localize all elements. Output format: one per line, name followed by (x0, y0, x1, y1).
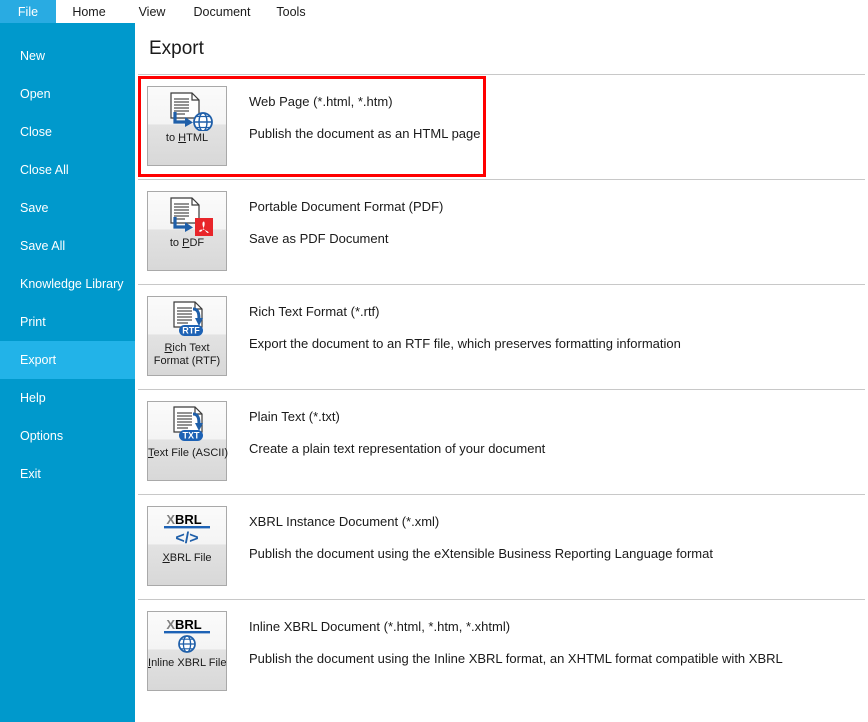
sidebar-item-close-all[interactable]: Close All (0, 151, 135, 189)
sidebar-item-label: Open (20, 87, 51, 101)
export-content-pane: Export to HTML Web Page (*.html, *.htm) … (135, 23, 868, 722)
export-option-inline-xbrl[interactable]: X BRL Inline XBRL File Inline XBRL Docum… (135, 600, 868, 704)
txt-option-description: Create a plain text representation of yo… (249, 441, 546, 456)
sidebar-item-label: Save (20, 201, 49, 215)
document-rtf-icon: RTF (147, 297, 227, 341)
export-to-pdf-button-label: to PDF (169, 237, 205, 249)
sidebar-item-print[interactable]: Print (0, 303, 135, 341)
export-to-inline-xbrl-button-label: Inline XBRL File (148, 657, 227, 669)
txt-option-text: Plain Text (*.txt) Create a plain text r… (227, 390, 868, 457)
tab-file-label: File (17, 4, 39, 19)
export-to-xbrl-button-label: XBRL File (162, 552, 212, 564)
tab-file[interactable]: File (0, 0, 56, 23)
document-to-pdf-icon (147, 192, 227, 236)
document-txt-icon: TXT (147, 402, 227, 446)
export-to-pdf-button[interactable]: to PDF (147, 191, 227, 271)
sidebar-item-knowledge-library[interactable]: Knowledge Library (0, 265, 135, 303)
svg-text:BRL: BRL (175, 512, 202, 527)
export-to-html-button-label: to HTML (165, 132, 209, 144)
export-to-rtf-button-label: Rich Text Format (RTF) (153, 342, 221, 367)
sidebar-item-label: Close All (20, 163, 69, 177)
export-option-html[interactable]: to HTML Web Page (*.html, *.htm) Publish… (135, 75, 868, 179)
sidebar-item-export[interactable]: Export (0, 341, 135, 379)
export-options-list: to HTML Web Page (*.html, *.htm) Publish… (135, 75, 868, 704)
pdf-option-text: Portable Document Format (PDF) Save as P… (227, 180, 868, 247)
tab-home-label: Home (72, 4, 106, 19)
export-option-pdf[interactable]: to PDF Portable Document Format (PDF) Sa… (135, 180, 868, 284)
txt-option-title: Plain Text (*.txt) (249, 409, 340, 424)
sidebar-item-help[interactable]: Help (0, 379, 135, 417)
export-option-txt[interactable]: TXT Text File (ASCII) Plain Text (*.txt)… (135, 390, 868, 494)
svg-text:TXT: TXT (183, 430, 201, 440)
ribbon-tabbar: File Home View Document Tools (0, 0, 868, 23)
svg-text:X: X (166, 512, 175, 527)
svg-text:BRL: BRL (175, 617, 202, 632)
sidebar-item-new[interactable]: New (0, 37, 135, 75)
sidebar-item-save-all[interactable]: Save All (0, 227, 135, 265)
xbrl-code-icon: X BRL </> (147, 507, 227, 551)
export-to-inline-xbrl-button[interactable]: X BRL Inline XBRL File (147, 611, 227, 691)
sidebar-item-options[interactable]: Options (0, 417, 135, 455)
svg-text:X: X (166, 617, 175, 632)
sidebar-item-label: Export (20, 353, 57, 367)
inline-xbrl-option-title: Inline XBRL Document (*.html, *.htm, *.x… (249, 619, 511, 634)
export-option-rtf[interactable]: RTF Rich Text Format (RTF) Rich Text Form… (135, 285, 868, 389)
xbrl-option-text: XBRL Instance Document (*.xml) Publish t… (227, 495, 868, 562)
html-option-text: Web Page (*.html, *.htm) Publish the doc… (227, 75, 868, 142)
sidebar-item-label: New (20, 49, 46, 63)
tab-view[interactable]: View (122, 0, 182, 23)
inline-xbrl-option-description: Publish the document using the Inline XB… (249, 651, 783, 666)
tab-document[interactable]: Document (182, 0, 262, 23)
sidebar-item-open[interactable]: Open (0, 75, 135, 113)
pdf-option-title: Portable Document Format (PDF) (249, 199, 444, 214)
sidebar-item-label: Close (20, 125, 52, 139)
html-option-description: Publish the document as an HTML page (249, 126, 481, 141)
file-menu-sidebar: New Open Close Close All Save Save All K… (0, 23, 135, 722)
pdf-option-description: Save as PDF Document (249, 231, 389, 246)
tab-document-label: Document (193, 4, 251, 19)
xbrl-option-description: Publish the document using the eXtensibl… (249, 546, 713, 561)
document-to-globe-icon (147, 87, 227, 131)
sidebar-item-label: Help (20, 391, 46, 405)
sidebar-item-save[interactable]: Save (0, 189, 135, 227)
export-to-text-button[interactable]: TXT Text File (ASCII) (147, 401, 229, 481)
tabbar-filler (320, 0, 868, 23)
export-to-rtf-button[interactable]: RTF Rich Text Format (RTF) (147, 296, 227, 376)
page-title: Export (149, 38, 204, 59)
tab-home[interactable]: Home (56, 0, 122, 23)
rtf-option-description: Export the document to an RTF file, whic… (249, 336, 681, 351)
xbrl-globe-icon: X BRL (147, 612, 227, 656)
sidebar-item-close[interactable]: Close (0, 113, 135, 151)
export-option-xbrl[interactable]: X BRL </> XBRL File XBRL Instance Docume… (135, 495, 868, 599)
rtf-option-title: Rich Text Format (*.rtf) (249, 304, 380, 319)
export-window: File Home View Document Tools New Open C… (0, 0, 868, 722)
rtf-option-text: Rich Text Format (*.rtf) Export the docu… (227, 285, 868, 352)
export-to-text-button-label: Text File (ASCII) (148, 447, 229, 459)
svg-text:</>: </> (175, 530, 198, 547)
export-to-html-button[interactable]: to HTML (147, 86, 227, 166)
sidebar-item-label: Options (20, 429, 64, 443)
sidebar-item-exit[interactable]: Exit (0, 455, 135, 493)
tab-tools[interactable]: Tools (262, 0, 320, 23)
tab-view-label: View (138, 4, 166, 19)
export-to-xbrl-button[interactable]: X BRL </> XBRL File (147, 506, 227, 586)
sidebar-item-label: Exit (20, 467, 41, 481)
svg-text:RTF: RTF (182, 325, 200, 335)
html-option-title: Web Page (*.html, *.htm) (249, 94, 393, 109)
inline-xbrl-option-text: Inline XBRL Document (*.html, *.htm, *.x… (227, 600, 868, 667)
sidebar-item-label: Print (20, 315, 46, 329)
sidebar-item-label: Save All (20, 239, 66, 253)
tab-tools-label: Tools (276, 4, 306, 19)
xbrl-option-title: XBRL Instance Document (*.xml) (249, 514, 440, 529)
sidebar-item-label: Knowledge Library (20, 277, 124, 291)
